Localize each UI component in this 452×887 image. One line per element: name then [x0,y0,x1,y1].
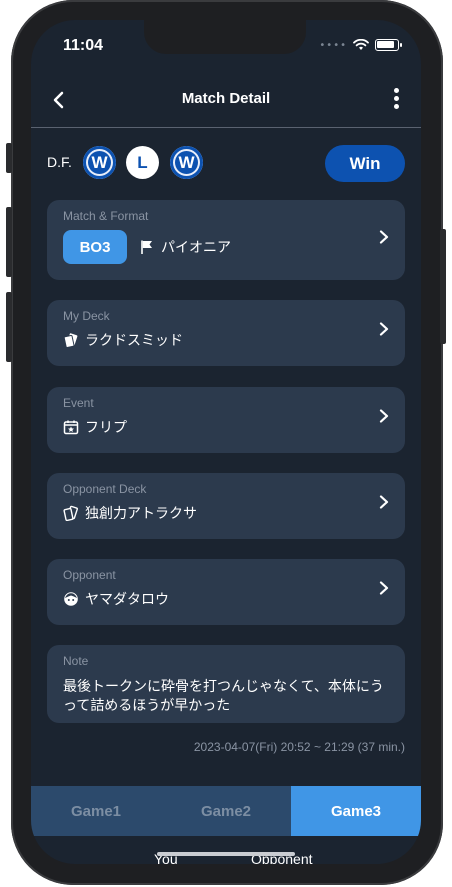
game3-result-badge: W [170,146,203,179]
page-title: Match Detail [181,90,271,107]
chevron-right-icon [379,581,389,595]
status-icons: •••• [319,39,402,51]
game1-result-badge: W [83,146,116,179]
status-time: 11:04 [63,37,104,54]
best-of-badge: BO3 [63,230,127,264]
tab-game3[interactable]: Game3 [291,786,421,836]
volume-down-button [6,292,12,362]
event-value: フリプ [63,417,127,437]
opponent-name: ヤマダタロウ [85,592,169,608]
game2-result-badge: L [126,146,159,179]
chevron-right-icon [379,409,389,423]
note-card[interactable]: Note 最後トークンに砕骨を打つんじゃなくて、本体にうって詰めるほうが早かった [47,645,405,723]
calendar-star-icon [63,420,79,435]
chevron-right-icon [379,230,389,244]
my-deck-card[interactable]: My Deck ラクドスミッド [47,300,405,366]
battery-icon [375,39,402,51]
chevron-right-icon [379,322,389,336]
tab-game1[interactable]: Game1 [31,786,161,836]
format-value: BO3 パイオニア [63,230,231,264]
volume-up-button [6,207,12,277]
event-name: フリプ [85,420,127,436]
match-format-card[interactable]: Match & Format BO3 パイオニア [47,200,405,280]
screen: 11:04 •••• Match Detail D.F. W L W Win M… [31,20,421,864]
results-row: D.F. W L W Win [47,145,405,182]
nav-bar: Match Detail [31,80,421,128]
face-icon [64,592,78,606]
wifi-icon [353,39,369,50]
cards-icon [63,333,78,348]
format-name: パイオニア [161,240,231,256]
opponent-card[interactable]: Opponent ヤマダタロウ [47,559,405,625]
cards-outline-icon [63,505,78,521]
my-deck-name: ラクドスミッド [85,333,183,349]
opponent-deck-name: 独創力アトラクサ [85,506,197,522]
note-text: 最後トークンに砕骨を打つんじゃなくて、本体にうって詰めるほうが早かった [63,679,384,714]
match-timestamp: 2023-04-07(Fri) 20:52 ~ 21:29 (37 min.) [193,740,405,754]
match-result-button[interactable]: Win [325,145,405,182]
more-button[interactable] [389,86,403,112]
card-label: Event [63,396,94,410]
tab-game2[interactable]: Game2 [161,786,291,836]
card-label: Opponent [63,568,116,582]
power-button [440,229,446,344]
game-tabs: Game1 Game2 Game3 [31,786,421,836]
home-indicator[interactable] [157,852,295,856]
chevron-right-icon [379,495,389,509]
my-deck-value: ラクドスミッド [63,330,183,350]
flag-icon [141,240,152,254]
more-icon [393,88,399,93]
notch [144,20,306,54]
mute-switch [6,143,12,173]
card-label: Note [63,654,89,668]
opponent-deck-card[interactable]: Opponent Deck 独創力アトラクサ [47,473,405,539]
signal-icon: •••• [319,39,347,51]
card-label: My Deck [63,309,110,323]
event-card[interactable]: Event フリプ [47,387,405,453]
df-label: D.F. [47,154,72,170]
card-label: Match & Format [63,209,149,223]
opponent-deck-value: 独創力アトラクサ [63,503,197,523]
opponent-value: ヤマダタロウ [63,589,169,609]
card-label: Opponent Deck [63,482,147,496]
